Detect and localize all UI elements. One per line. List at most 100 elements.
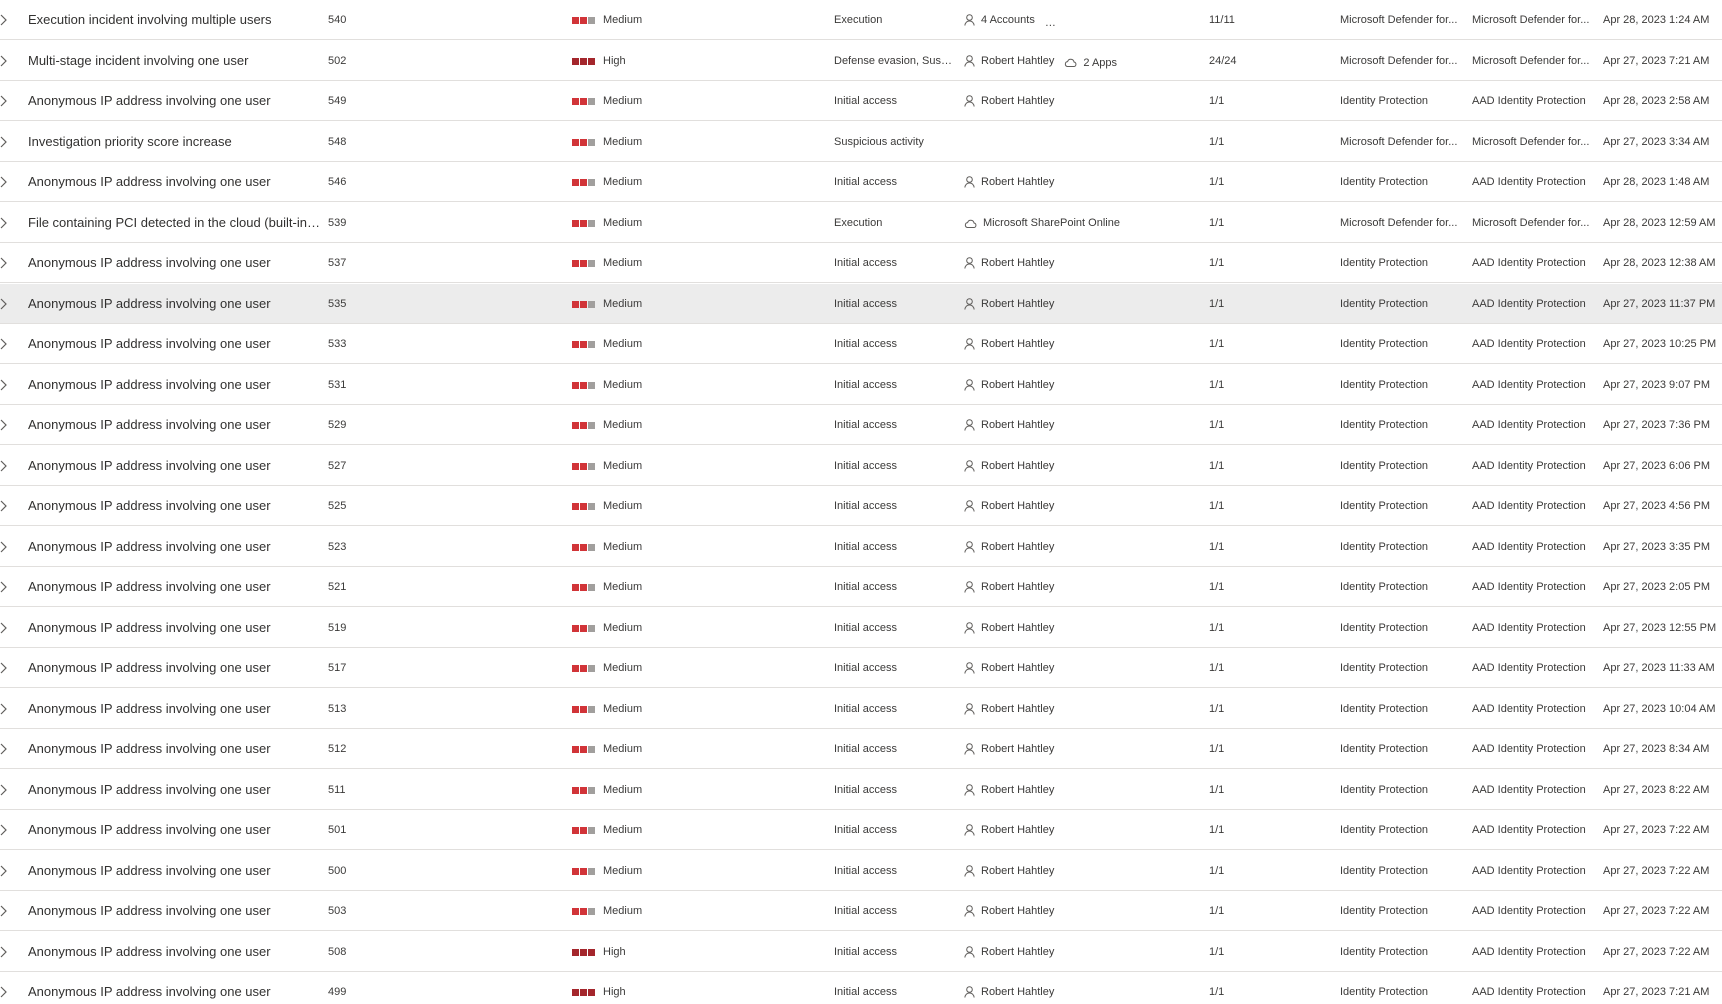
user-icon [964,784,975,796]
table-row[interactable]: Anonymous IP address involving one user … [0,405,1722,445]
table-row[interactable]: Anonymous IP address involving one user … [0,851,1722,891]
incident-name-link[interactable]: Anonymous IP address involving one user [28,405,322,445]
severity-label: Medium [603,95,643,108]
expand-button[interactable] [0,0,14,40]
incident-id: 548 [328,136,347,148]
severity-bar [580,948,587,956]
impacted-assets: Robert Hahtley [964,81,1202,121]
expand-button[interactable] [0,689,14,729]
severity-bar [580,421,587,429]
incidents-table: Execution incident involving multiple us… [0,0,1722,1004]
severity-bars [572,543,596,551]
table-row[interactable]: Anonymous IP address involving one user … [0,972,1722,1004]
severity-bar [580,907,587,915]
incident-name-link[interactable]: Anonymous IP address involving one user [28,608,322,648]
expand-button[interactable] [0,527,14,567]
table-row[interactable]: Anonymous IP address involving one user … [0,446,1722,486]
table-row[interactable]: Anonymous IP address involving one user … [0,648,1722,688]
last-activity: Apr 27, 2023 3:34 AM [1603,136,1710,148]
expand-button[interactable] [0,486,14,526]
incident-name-link[interactable]: Anonymous IP address involving one user [28,162,322,202]
incident-name-link[interactable]: Anonymous IP address involving one user [28,527,322,567]
incident-name-link[interactable]: Investigation priority score increase [28,122,322,162]
service-sources: Identity Protection [1340,622,1429,634]
incident-name-link[interactable]: Anonymous IP address involving one user [28,81,322,121]
incident-name-link[interactable]: Anonymous IP address involving one user [28,932,322,972]
expand-button[interactable] [0,365,14,405]
severity-label: Medium [603,703,643,716]
table-row[interactable]: Anonymous IP address involving one user … [0,729,1722,769]
impacted-assets: Robert Hahtley [964,567,1202,607]
severity: High [572,41,692,81]
table-row[interactable]: Anonymous IP address involving one user … [0,810,1722,850]
table-row[interactable]: Anonymous IP address involving one user … [0,284,1722,324]
expand-button[interactable] [0,162,14,202]
expand-button[interactable] [0,567,14,607]
table-row[interactable]: Anonymous IP address involving one user … [0,324,1722,364]
table-row[interactable]: Anonymous IP address involving one user … [0,365,1722,405]
incident-name-link[interactable]: Anonymous IP address involving one user [28,729,322,769]
service-sources: Microsoft Defender for... [1340,55,1458,67]
incident-name-link[interactable]: Anonymous IP address involving one user [28,810,322,850]
table-row[interactable]: Anonymous IP address involving one user … [0,81,1722,121]
incident-name-link[interactable]: Anonymous IP address involving one user [28,567,322,607]
incident-name-link[interactable]: Anonymous IP address involving one user [28,972,322,1004]
expand-button[interactable] [0,405,14,445]
table-row[interactable]: Multi-stage incident involving one user … [0,41,1722,81]
expand-button[interactable] [0,810,14,850]
incident-name-link[interactable]: Anonymous IP address involving one user [28,446,322,486]
expand-button[interactable] [0,284,14,324]
incident-name-link[interactable]: Anonymous IP address involving one user [28,770,322,810]
severity-bar [580,664,587,672]
table-row[interactable]: Anonymous IP address involving one user … [0,891,1722,931]
severity-bar [572,907,579,915]
table-row[interactable]: Anonymous IP address involving one user … [0,527,1722,567]
incident-name-link[interactable]: Anonymous IP address involving one user [28,648,322,688]
expand-button[interactable] [0,608,14,648]
incident-name-link[interactable]: Execution incident involving multiple us… [28,0,322,40]
table-row[interactable]: Anonymous IP address involving one user … [0,608,1722,648]
table-row[interactable]: Anonymous IP address involving one user … [0,486,1722,526]
table-row[interactable]: Execution incident involving multiple us… [0,0,1722,40]
table-row[interactable]: Anonymous IP address involving one user … [0,770,1722,810]
table-row[interactable]: Investigation priority score increase 54… [0,122,1722,162]
table-row[interactable]: Anonymous IP address involving one user … [0,689,1722,729]
expand-button[interactable] [0,243,14,283]
expand-button[interactable] [0,891,14,931]
incident-name-link[interactable]: File containing PCI detected in the clou… [28,203,322,243]
incident-name-link[interactable]: Anonymous IP address involving one user [28,851,322,891]
entity-label: Robert Hahtley [981,703,1055,715]
expand-button[interactable] [0,446,14,486]
severity-bar [572,97,579,105]
incident-name-link[interactable]: Anonymous IP address involving one user [28,324,322,364]
incident-name-link[interactable]: Anonymous IP address involving one user [28,284,322,324]
severity-bar [572,421,579,429]
detection-sources: AAD Identity Protection [1472,419,1586,431]
incident-name-link[interactable]: Anonymous IP address involving one user [28,365,322,405]
expand-button[interactable] [0,41,14,81]
expand-button[interactable] [0,770,14,810]
expand-button[interactable] [0,972,14,1004]
expand-button[interactable] [0,729,14,769]
chevron-right-icon [0,662,7,674]
service-sources: Identity Protection [1340,176,1429,188]
incident-name-link[interactable]: Anonymous IP address involving one user [28,486,322,526]
table-row[interactable]: Anonymous IP address involving one user … [0,243,1722,283]
table-row[interactable]: Anonymous IP address involving one user … [0,932,1722,972]
table-row[interactable]: Anonymous IP address involving one user … [0,567,1722,607]
incident-name-link[interactable]: Anonymous IP address involving one user [28,243,322,283]
expand-button[interactable] [0,122,14,162]
incident-name-link[interactable]: Anonymous IP address involving one user [28,891,322,931]
expand-button[interactable] [0,81,14,121]
expand-button[interactable] [0,932,14,972]
expand-button[interactable] [0,648,14,688]
table-row[interactable]: File containing PCI detected in the clou… [0,203,1722,243]
expand-button[interactable] [0,203,14,243]
table-row[interactable]: Anonymous IP address involving one user … [0,162,1722,202]
severity-label: Medium [603,14,643,27]
incident-name-link[interactable]: Anonymous IP address involving one user [28,689,322,729]
expand-button[interactable] [0,324,14,364]
expand-button[interactable] [0,851,14,891]
incident-name-link[interactable]: Multi-stage incident involving one user [28,41,322,81]
chevron-right-icon [0,176,7,188]
